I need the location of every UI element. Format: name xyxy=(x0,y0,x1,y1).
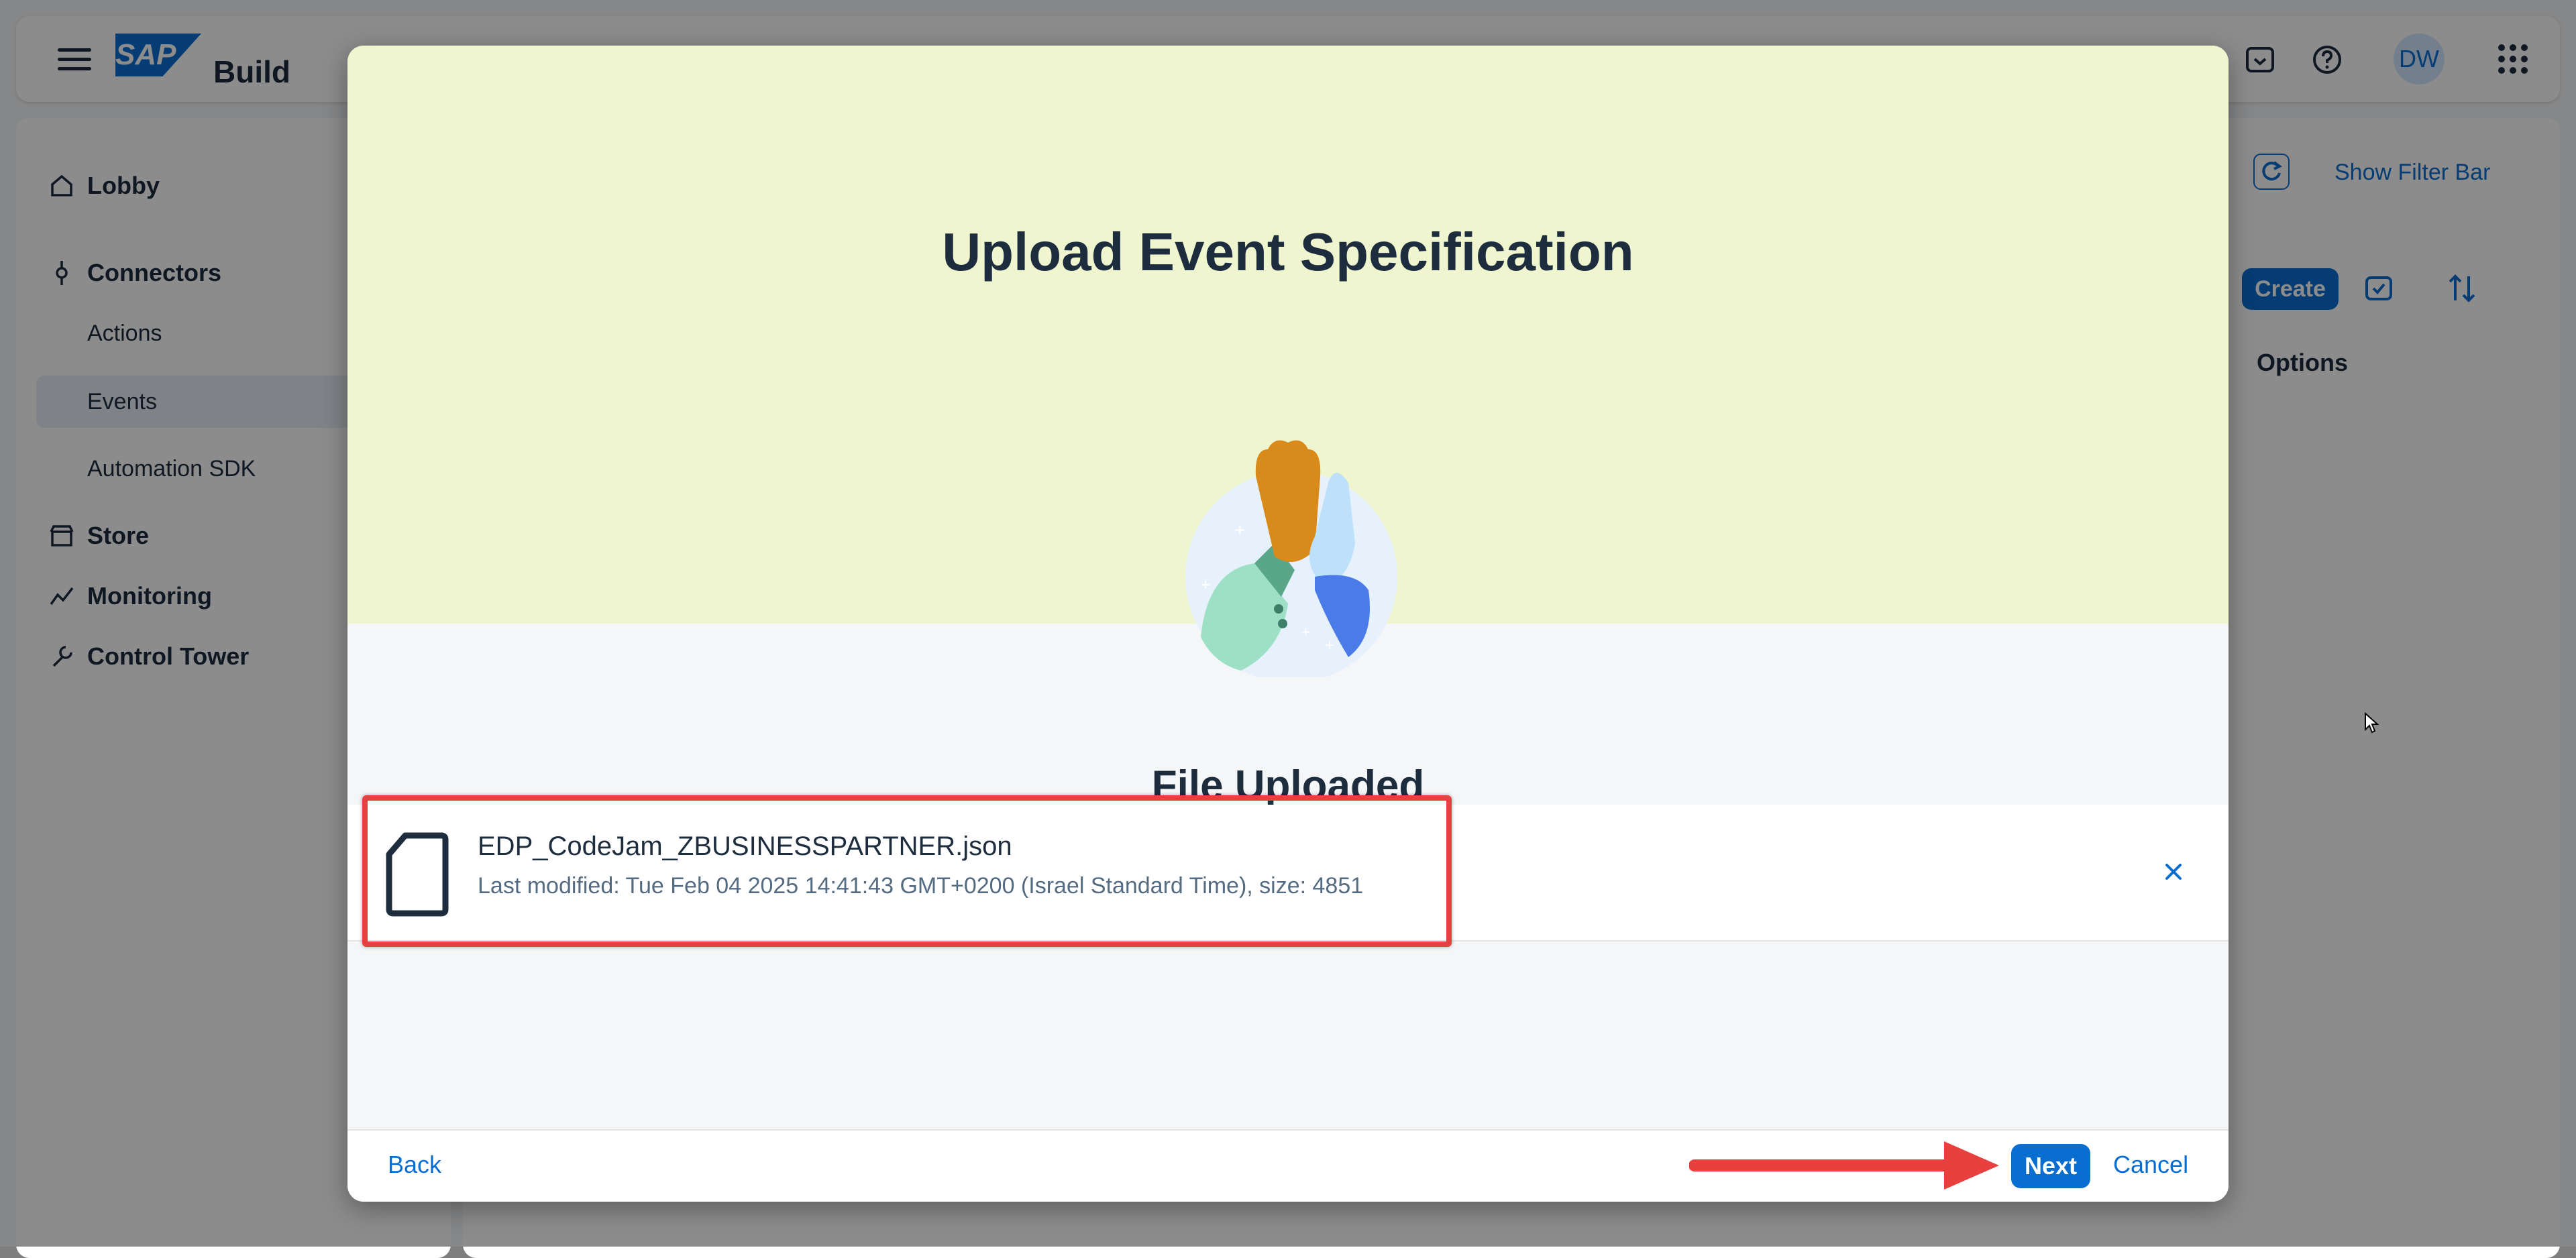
dialog-title: Upload Event Specification xyxy=(942,222,1634,282)
high-five-illustration-icon: + + + + xyxy=(1185,440,1397,677)
cancel-button[interactable]: Cancel xyxy=(2113,1151,2188,1179)
close-icon[interactable] xyxy=(2159,857,2188,887)
annotation-arrow-icon xyxy=(1689,1141,1999,1190)
back-button[interactable]: Back xyxy=(388,1151,441,1179)
svg-text:+: + xyxy=(1201,576,1210,594)
svg-text:+: + xyxy=(1325,636,1334,654)
svg-text:+: + xyxy=(1234,520,1245,540)
annotation-highlight-box xyxy=(362,795,1452,947)
next-button[interactable]: Next xyxy=(2011,1144,2090,1188)
svg-text:+: + xyxy=(1301,624,1310,640)
upload-event-specification-dialog: Upload Event Specification + + + + File … xyxy=(347,46,2229,1202)
mouse-cursor-icon xyxy=(2365,712,2379,734)
